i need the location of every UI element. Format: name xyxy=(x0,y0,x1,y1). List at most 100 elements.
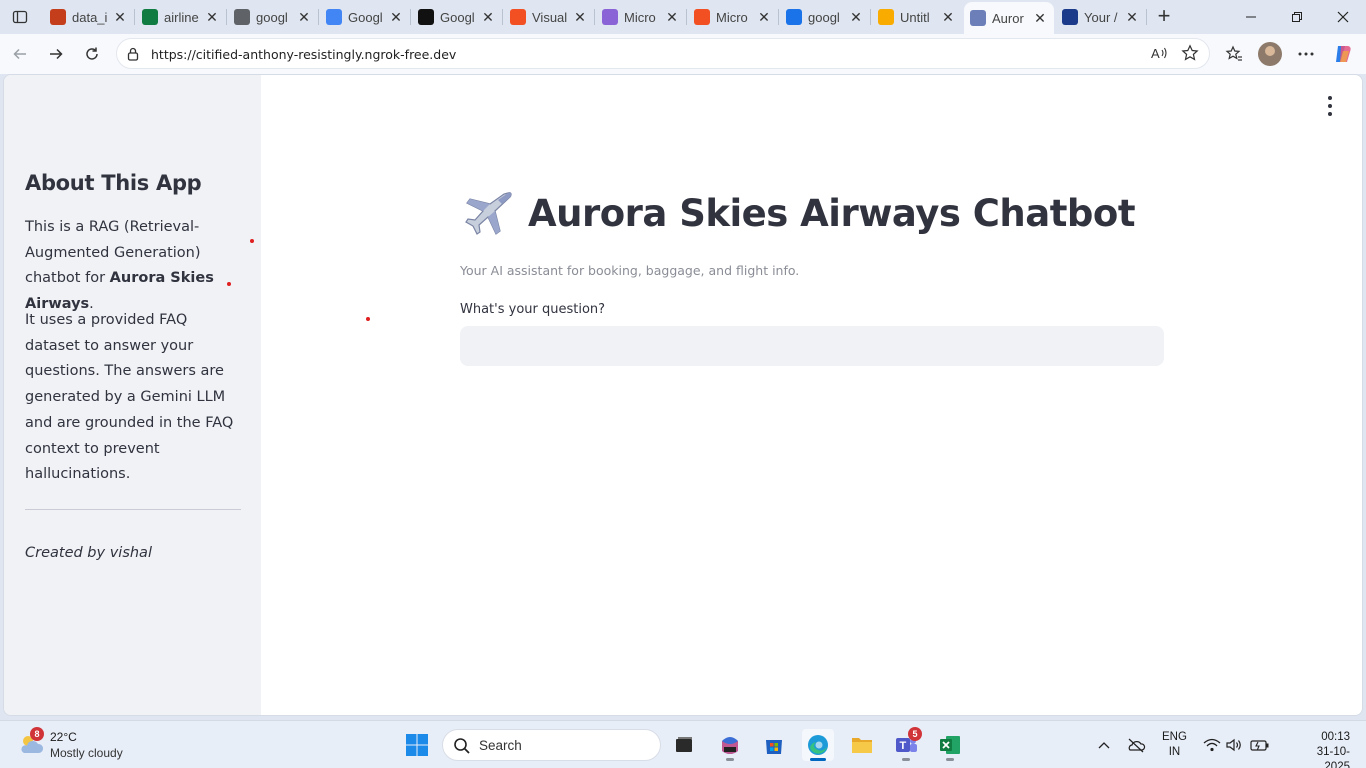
close-tab-icon[interactable]: ✕ xyxy=(572,9,588,26)
browser-tab[interactable]: Micro ✕ xyxy=(596,4,686,30)
copilot-icon[interactable] xyxy=(1331,42,1355,66)
tab-separator xyxy=(1146,9,1147,25)
plane-icon xyxy=(970,10,986,26)
question-input[interactable] xyxy=(460,326,1164,366)
close-tab-icon[interactable]: ✕ xyxy=(1032,10,1048,27)
file-explorer-icon[interactable] xyxy=(846,729,878,761)
tab-separator xyxy=(318,9,319,25)
close-window-icon[interactable] xyxy=(1320,0,1366,34)
tab-title: Visual xyxy=(532,9,568,25)
tab-separator xyxy=(226,9,227,25)
task-view-icon[interactable] xyxy=(668,729,700,761)
navigation-bar: https://citified-anthony-resistingly.ngr… xyxy=(0,34,1366,74)
search-icon xyxy=(234,9,250,25)
restore-icon[interactable] xyxy=(1274,0,1320,34)
browser-tab[interactable]: data_i ✕ xyxy=(44,4,134,30)
edge-browser-icon[interactable] xyxy=(802,729,834,761)
tab-title: Untitl xyxy=(900,9,930,25)
teams-badge: 5 xyxy=(908,727,922,741)
page-subtitle: Your AI assistant for booking, baggage, … xyxy=(460,263,800,278)
refresh-icon[interactable] xyxy=(80,42,104,66)
sidebar-credit: Created by vishal xyxy=(25,545,152,561)
temperature: 22°C xyxy=(50,730,77,744)
profile-avatar[interactable] xyxy=(1258,42,1282,66)
tab-title: Auror xyxy=(992,10,1024,26)
microsoft-365-icon[interactable] xyxy=(714,729,746,761)
favorites-icon[interactable] xyxy=(1222,42,1246,66)
sidebar-details: It uses a provided FAQ dataset to answer… xyxy=(25,312,234,483)
favorite-star-icon[interactable] xyxy=(1181,44,1199,67)
excel-icon[interactable] xyxy=(934,729,966,761)
system-clock[interactable]: 00:13 31-10-2025 xyxy=(1306,730,1350,768)
google-icon xyxy=(326,9,342,25)
microsoft-store-icon[interactable] xyxy=(758,729,790,761)
clock-date: 31-10-2025 xyxy=(1316,746,1350,768)
tab-separator xyxy=(686,9,687,25)
browser-tab[interactable]: Micro ✕ xyxy=(688,4,778,30)
close-tab-icon[interactable]: ✕ xyxy=(756,9,772,26)
tab-title: data_i xyxy=(72,9,108,25)
new-tab-button[interactable]: + xyxy=(1152,5,1176,29)
close-tab-icon[interactable]: ✕ xyxy=(388,9,404,26)
language-indicator[interactable]: ENG IN xyxy=(1162,730,1187,760)
browser-tab[interactable]: Googl ✕ xyxy=(320,4,410,30)
tab-separator xyxy=(134,9,135,25)
web-page: About This App This is a RAG (Retrieval-… xyxy=(3,74,1363,716)
windows-start-icon[interactable] xyxy=(405,733,429,757)
tab-title: Micro xyxy=(624,9,656,25)
tab-separator xyxy=(410,9,411,25)
close-tab-icon[interactable]: ✕ xyxy=(848,9,864,26)
tab-actions-icon[interactable] xyxy=(8,6,32,28)
tab-separator xyxy=(594,9,595,25)
clock-time: 00:13 xyxy=(1321,731,1350,743)
volume-icon[interactable] xyxy=(1224,735,1244,755)
taskbar: 8 22°C Mostly cloudy Search T ENG IN 00:… xyxy=(0,720,1366,768)
microsoft-icon xyxy=(510,9,526,25)
sidebar-heading: About This App xyxy=(25,171,202,195)
tab-title: googl xyxy=(256,9,288,25)
excel-icon xyxy=(142,9,158,25)
minimize-icon[interactable] xyxy=(1228,0,1274,34)
weather-condition: Mostly cloudy xyxy=(50,746,123,760)
close-tab-icon[interactable]: ✕ xyxy=(480,9,496,26)
close-tab-icon[interactable]: ✕ xyxy=(296,9,312,26)
url-text[interactable]: https://citified-anthony-resistingly.ngr… xyxy=(151,47,456,62)
microsoft-icon xyxy=(694,9,710,25)
taskbar-search[interactable]: Search xyxy=(442,729,661,761)
browser-tab[interactable]: Your / ✕ xyxy=(1056,4,1146,30)
forward-icon[interactable] xyxy=(44,42,68,66)
battery-icon[interactable] xyxy=(1250,735,1270,755)
main-menu-icon[interactable] xyxy=(1326,96,1334,116)
tab-title: airline xyxy=(164,9,199,25)
browser-tab[interactable]: Visual ✕ xyxy=(504,4,594,30)
show-hidden-icons[interactable] xyxy=(1094,735,1114,755)
search-icon xyxy=(786,9,802,25)
browser-tab[interactable]: googl ✕ xyxy=(780,4,870,30)
search-placeholder: Search xyxy=(479,738,522,753)
read-aloud-icon[interactable]: A xyxy=(1151,45,1169,64)
browser-tab[interactable]: Googl ✕ xyxy=(412,4,502,30)
browser-tab[interactable]: airline ✕ xyxy=(136,4,226,30)
tab-separator xyxy=(870,9,871,25)
tab-strip: data_i ✕ airline ✕ googl ✕ Googl ✕ Googl ✕ Visual ✕… xyxy=(0,0,1366,34)
close-tab-icon[interactable]: ✕ xyxy=(940,9,956,26)
close-tab-icon[interactable]: ✕ xyxy=(664,9,680,26)
weather-badge: 8 xyxy=(30,727,44,741)
close-tab-icon[interactable]: ✕ xyxy=(112,9,128,26)
back-icon[interactable] xyxy=(8,42,32,66)
browser-tab[interactable]: Auror ✕ xyxy=(964,2,1054,34)
wifi-icon[interactable] xyxy=(1202,735,1222,755)
onedrive-offline-icon[interactable] xyxy=(1126,735,1146,755)
red-dot-marker xyxy=(227,282,231,286)
colab-icon xyxy=(878,9,894,25)
close-tab-icon[interactable]: ✕ xyxy=(204,9,220,26)
browser-tab[interactable]: googl ✕ xyxy=(228,4,318,30)
address-bar[interactable]: https://citified-anthony-resistingly.ngr… xyxy=(116,38,1210,69)
weather-widget[interactable]: 8 22°C Mostly cloudy xyxy=(14,727,174,763)
tab-separator xyxy=(502,9,503,25)
close-tab-icon[interactable]: ✕ xyxy=(1124,9,1140,26)
site-info-icon[interactable] xyxy=(125,46,141,67)
browser-tab[interactable]: Untitl ✕ xyxy=(872,4,962,30)
search-icon xyxy=(454,738,470,754)
more-options-icon[interactable] xyxy=(1294,42,1318,66)
